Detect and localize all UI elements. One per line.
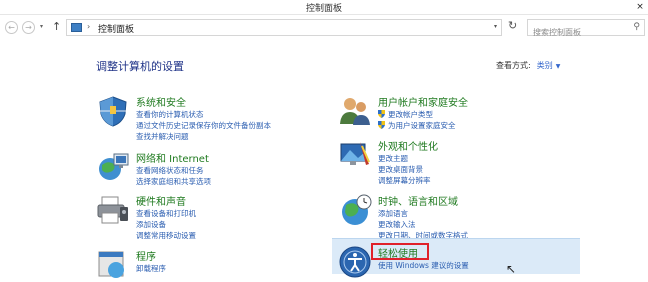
- refresh-icon[interactable]: ↻: [508, 19, 517, 32]
- category-title-hardware[interactable]: 硬件和声音: [136, 193, 186, 208]
- link-view-computer-status[interactable]: 查看你的计算机状态: [136, 109, 204, 120]
- address-dropdown-icon[interactable]: ▾: [494, 23, 497, 30]
- category-title-clock[interactable]: 时钟、语言和区域: [378, 193, 458, 208]
- link-desktop-background[interactable]: 更改桌面背景: [378, 164, 423, 175]
- search-input[interactable]: [528, 25, 629, 40]
- category-title-appearance[interactable]: 外观和个性化: [378, 138, 438, 153]
- up-arrow-icon[interactable]: ↑: [52, 20, 61, 33]
- forward-button[interactable]: →: [22, 21, 35, 34]
- back-button[interactable]: ←: [5, 21, 18, 34]
- link-network-status[interactable]: 查看网络状态和任务: [136, 165, 204, 176]
- category-title-network[interactable]: 网络和 Internet: [136, 150, 209, 165]
- breadcrumb-chevron-icon[interactable]: ›: [87, 22, 90, 31]
- shield-icon[interactable]: [96, 94, 130, 128]
- window-title: 控制面板: [305, 4, 342, 14]
- view-by-label: 查看方式:: [496, 61, 531, 70]
- view-by-control: 查看方式: 类别 ▼: [496, 60, 560, 71]
- category-system-security: 系统和安全 查看你的计算机状态 通过文件历史记录保存你的文件备份副本 查找并解决…: [96, 94, 326, 144]
- uac-shield-icon: [378, 121, 385, 129]
- link-change-account-type-label: 更改帐户类型: [388, 110, 433, 119]
- link-add-language[interactable]: 添加语言: [378, 208, 408, 219]
- close-button[interactable]: ×: [632, 0, 648, 14]
- category-programs: 程序 卸载程序: [96, 248, 326, 278]
- category-clock-language-region: 时钟、语言和区域 添加语言 更改输入法 更改日期、时间或数字格式: [338, 193, 578, 240]
- page-heading: 调整计算机的设置: [96, 60, 184, 73]
- link-add-device[interactable]: 添加设备: [136, 219, 166, 230]
- category-title-programs[interactable]: 程序: [136, 248, 156, 263]
- link-uninstall-program[interactable]: 卸载程序: [136, 263, 166, 274]
- view-by-chevron-icon[interactable]: ▼: [556, 63, 561, 70]
- link-family-safety-label: 为用户设置家庭安全: [388, 121, 456, 130]
- link-change-theme[interactable]: 更改主题: [378, 153, 408, 164]
- printer-icon[interactable]: [96, 193, 130, 227]
- search-box[interactable]: ⚲: [527, 19, 645, 40]
- link-screen-resolution[interactable]: 调整屏幕分辨率: [378, 175, 431, 186]
- link-mobility-settings[interactable]: 调整常用移动设置: [136, 230, 196, 241]
- category-title-users[interactable]: 用户帐户和家庭安全: [378, 94, 468, 109]
- title-bar: 控制面板 ×: [0, 0, 648, 15]
- users-icon[interactable]: [338, 94, 372, 128]
- recent-locations-dropdown-icon[interactable]: ▾: [40, 23, 43, 30]
- view-by-dropdown[interactable]: 类别: [537, 61, 553, 70]
- link-change-input-method[interactable]: 更改输入法: [378, 219, 416, 230]
- appearance-icon[interactable]: [338, 138, 372, 172]
- search-icon[interactable]: ⚲: [633, 22, 640, 32]
- annotation-highlight-box: [371, 243, 429, 260]
- link-file-history[interactable]: 通过文件历史记录保存你的文件备份副本: [136, 120, 271, 131]
- link-windows-recommended-settings[interactable]: 使用 Windows 建议的设置: [378, 260, 469, 271]
- link-change-account-type[interactable]: 更改帐户类型: [378, 109, 433, 120]
- programs-icon[interactable]: [96, 248, 130, 282]
- mouse-cursor-icon: ↖: [506, 262, 517, 276]
- breadcrumb-control-panel[interactable]: 控制面板: [98, 22, 134, 35]
- ease-of-access-icon[interactable]: [338, 245, 372, 279]
- category-user-accounts: 用户帐户和家庭安全 更改帐户类型 为用户设置家庭安全: [338, 94, 578, 134]
- clock-globe-icon[interactable]: [338, 193, 372, 227]
- category-hardware-sound: 硬件和声音 查看设备和打印机 添加设备 调整常用移动设置: [96, 193, 326, 243]
- link-devices-printers[interactable]: 查看设备和打印机: [136, 208, 196, 219]
- link-homegroup[interactable]: 选择家庭组和共享选项: [136, 176, 211, 187]
- address-bar[interactable]: › 控制面板 ▾: [66, 19, 502, 36]
- control-panel-icon: [71, 23, 82, 32]
- uac-shield-icon: [378, 110, 385, 118]
- category-network-internet: 网络和 Internet 查看网络状态和任务 选择家庭组和共享选项: [96, 150, 326, 190]
- link-family-safety[interactable]: 为用户设置家庭安全: [378, 120, 456, 131]
- link-troubleshoot[interactable]: 查找并解决问题: [136, 131, 189, 142]
- navigation-bar: ← → ▾ ↑ › 控制面板 ▾ ↻ ⚲: [0, 15, 648, 41]
- globe-network-icon[interactable]: [96, 150, 130, 184]
- category-title-system[interactable]: 系统和安全: [136, 94, 186, 109]
- category-appearance: 外观和个性化 更改主题 更改桌面背景 调整屏幕分辨率: [338, 138, 578, 188]
